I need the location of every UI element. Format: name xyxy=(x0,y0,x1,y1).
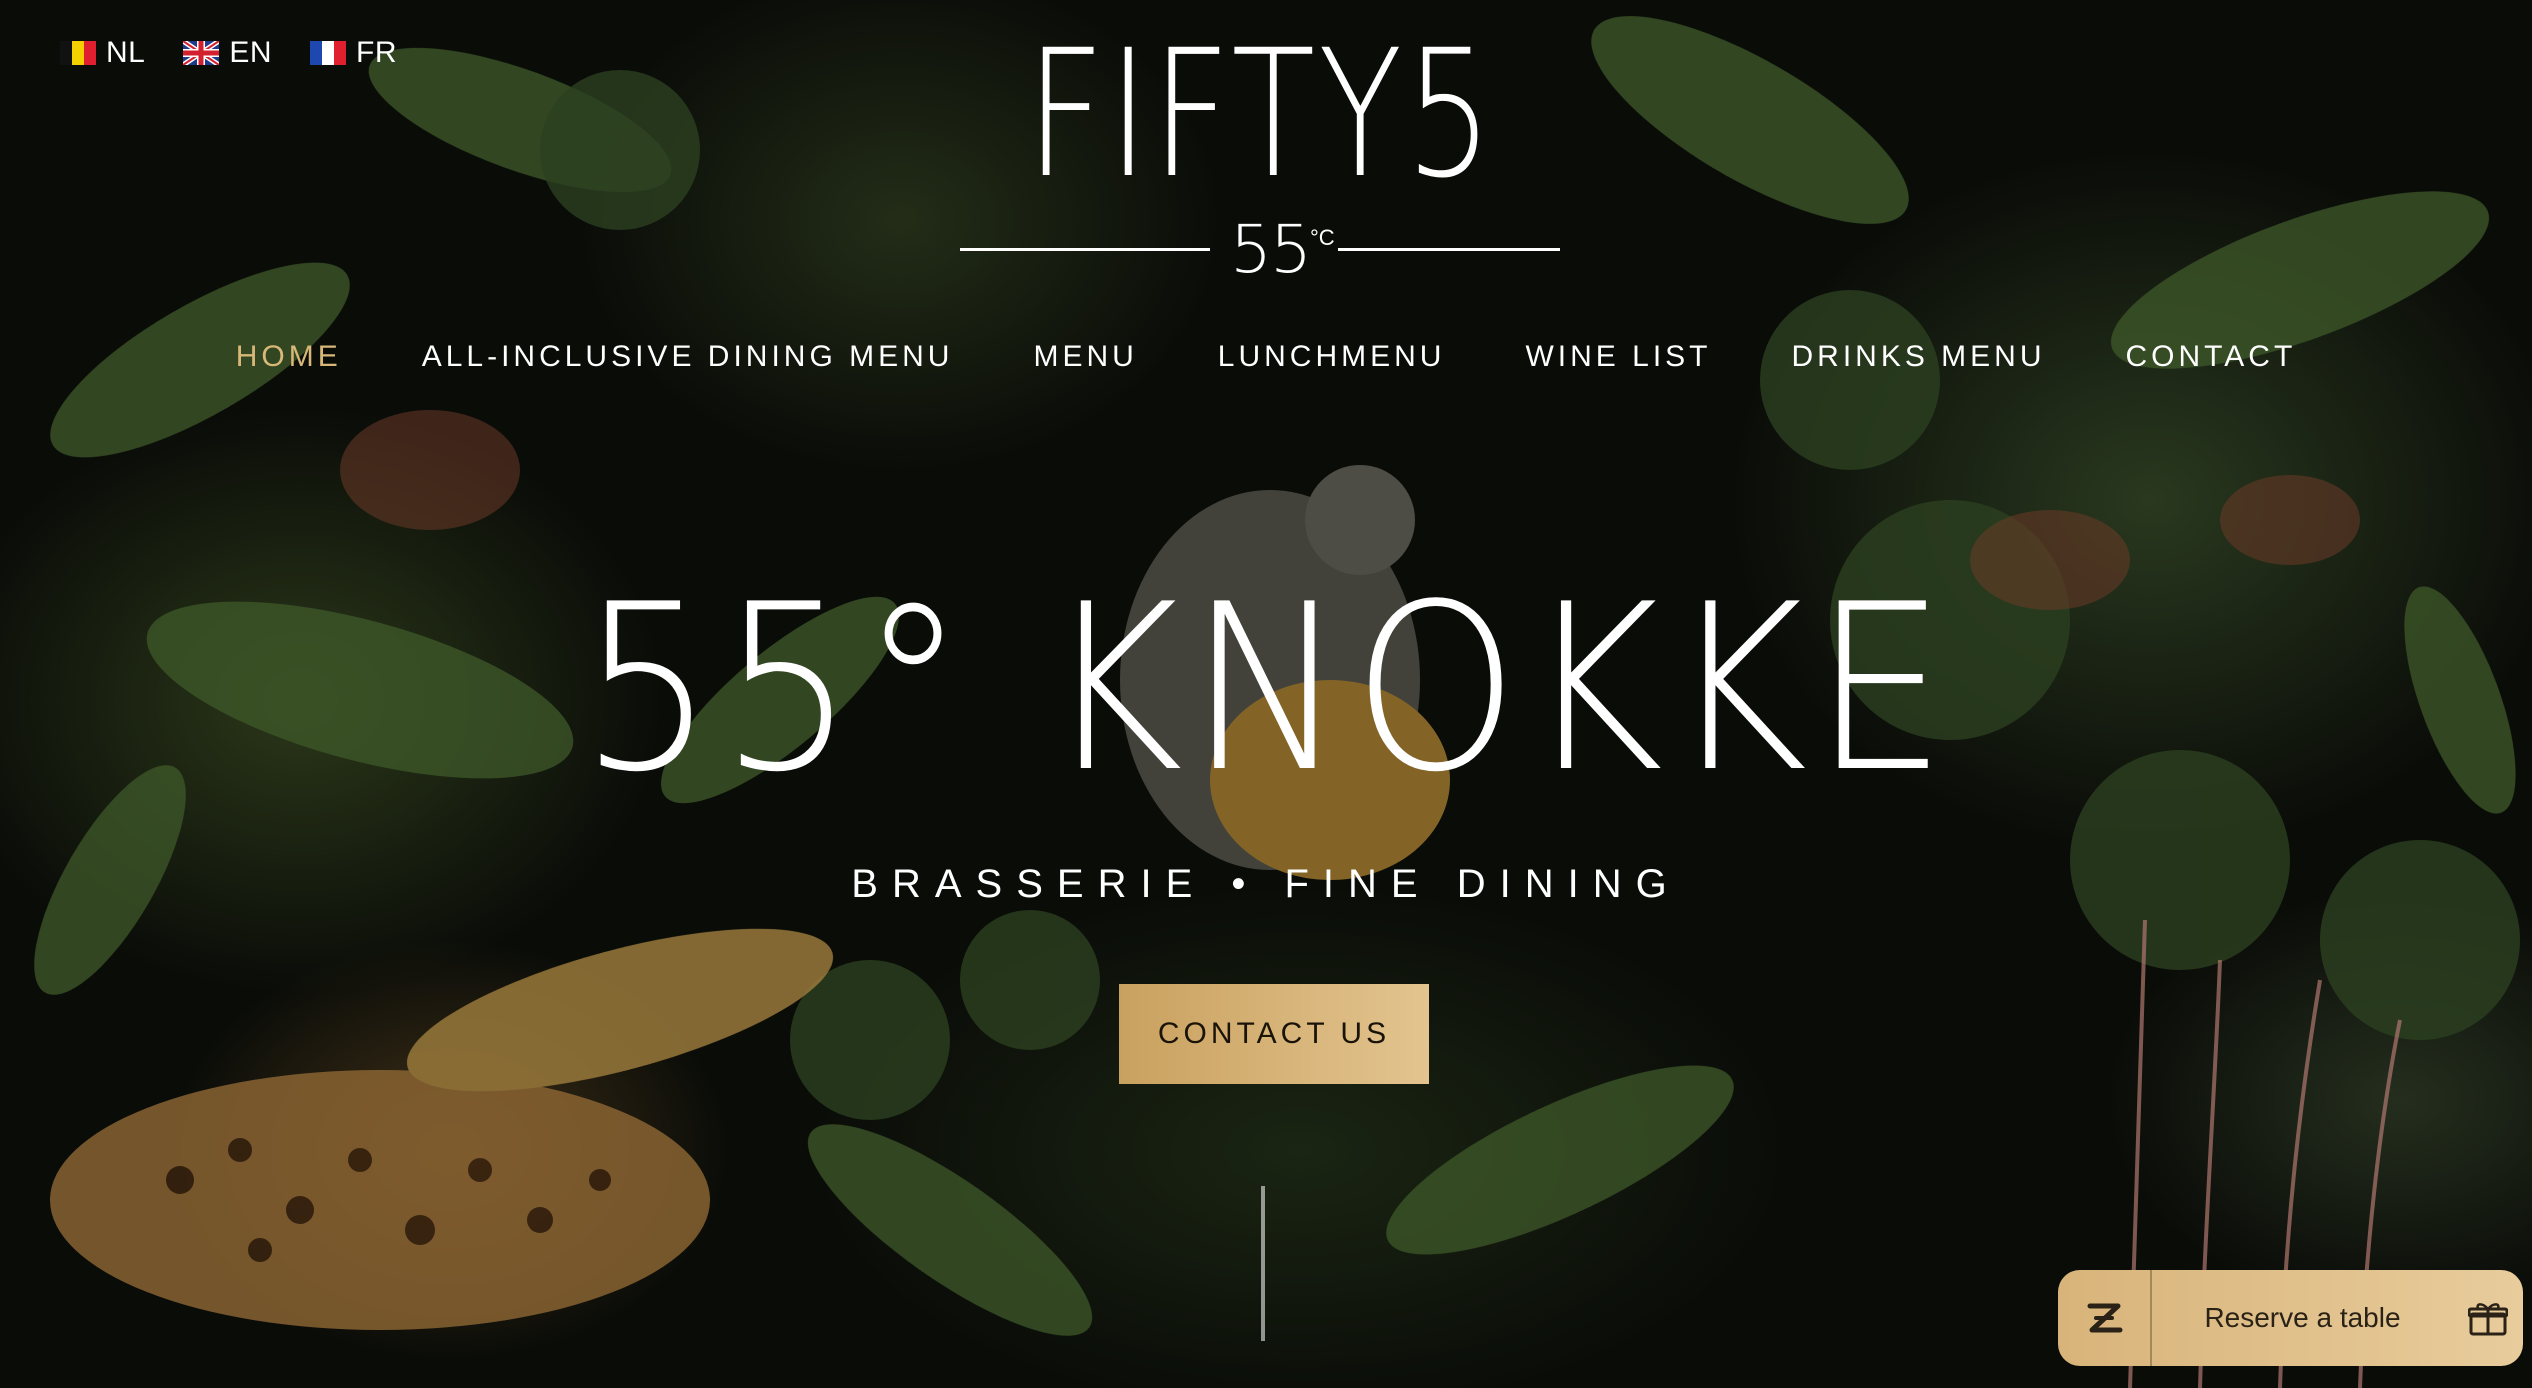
gift-icon[interactable] xyxy=(2453,1270,2523,1366)
language-switcher: NL EN FR xyxy=(60,36,397,70)
nav-item-all-inclusive-dining-menu[interactable]: ALL-INCLUSIVE DINING MENU xyxy=(422,340,954,374)
uk-flag-icon xyxy=(183,41,220,65)
nav-item-menu[interactable]: MENU xyxy=(1033,340,1137,374)
hero-title: 55° KNOKKE xyxy=(579,556,1953,823)
language-option-nl[interactable]: NL xyxy=(60,36,145,70)
reserve-table-label: Reserve a table xyxy=(2204,1302,2401,1333)
main-navigation: HOME ALL-INCLUSIVE DINING MENU MENU LUNC… xyxy=(0,340,2532,374)
nav-item-lunchmenu[interactable]: LUNCHMENU xyxy=(1218,340,1446,374)
nav-item-home[interactable]: HOME xyxy=(236,340,342,374)
logo-divider-left xyxy=(960,248,1210,251)
logo-wordmark: FIFTY5 xyxy=(1026,12,1496,217)
site-logo[interactable]: FIFTY5 55 °C xyxy=(960,12,1560,285)
logo-divider-right xyxy=(1338,248,1560,251)
z-logo-icon xyxy=(2058,1270,2152,1366)
nav-item-drinks-menu[interactable]: DRINKS MENU xyxy=(1792,340,2046,374)
nav-item-contact[interactable]: CONTACT xyxy=(2126,340,2297,374)
hero-subtitle: BRASSERIE • FINE DINING xyxy=(851,862,1681,906)
reserve-table-widget[interactable]: Reserve a table xyxy=(2058,1270,2523,1366)
language-label-fr: FR xyxy=(356,36,398,69)
language-label-nl: NL xyxy=(106,36,146,69)
scroll-indicator[interactable] xyxy=(1261,1186,1265,1341)
logo-subtitle-unit: °C xyxy=(1310,225,1335,250)
language-option-fr[interactable]: FR xyxy=(310,36,397,70)
contact-us-button[interactable]: CONTACT US xyxy=(1119,984,1429,1084)
nav-item-wine-list[interactable]: WINE LIST xyxy=(1525,340,1711,374)
language-label-en: EN xyxy=(229,36,273,69)
france-flag-icon xyxy=(310,41,347,65)
belgium-flag-icon xyxy=(60,41,96,65)
language-option-en[interactable]: EN xyxy=(183,36,272,70)
logo-subtitle: 55 xyxy=(1230,211,1312,288)
